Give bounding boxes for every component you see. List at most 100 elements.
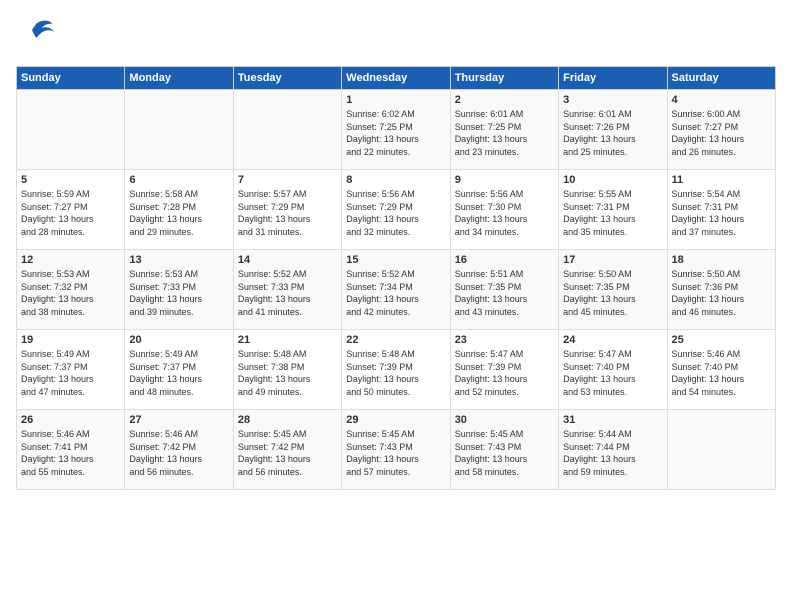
calendar-cell: 12 Sunrise: 5:53 AM Sunset: 7:32 PM Dayli… bbox=[17, 250, 125, 330]
cell-content: Sunrise: 5:49 AM Sunset: 7:37 PM Dayligh… bbox=[21, 348, 120, 398]
cell-content: Sunrise: 6:00 AM Sunset: 7:27 PM Dayligh… bbox=[672, 108, 771, 158]
calendar-week-row: 1Sunrise: 6:02 AM Sunset: 7:25 PM Daylig… bbox=[17, 90, 776, 170]
calendar-cell: 25Sunrise: 5:46 AM Sunset: 7:40 PM Dayli… bbox=[667, 330, 775, 410]
cell-content: Sunrise: 5:46 AM Sunset: 7:41 PM Dayligh… bbox=[21, 428, 120, 478]
cell-content: Sunrise: 5:49 AM Sunset: 7:37 PM Dayligh… bbox=[129, 348, 228, 398]
calendar-cell: 30 Sunrise: 5:45 AM Sunset: 7:43 PM Dayli… bbox=[450, 410, 558, 490]
day-number: 27 bbox=[129, 414, 228, 426]
cell-content: Sunrise: 5:51 AM Sunset: 7:35 PM Dayligh… bbox=[455, 268, 554, 318]
calendar-cell: 31Sunrise: 5:44 AM Sunset: 7:44 PM Dayli… bbox=[559, 410, 667, 490]
weekday-header: Tuesday bbox=[233, 67, 341, 90]
day-number: 6 bbox=[129, 174, 228, 186]
cell-content: Sunrise: 5:46 AM Sunset: 7:42 PM Dayligh… bbox=[129, 428, 228, 478]
logo bbox=[16, 16, 60, 56]
calendar-cell: 20 Sunrise: 5:49 AM Sunset: 7:37 PM Dayli… bbox=[125, 330, 233, 410]
cell-content: Sunrise: 5:54 AM Sunset: 7:31 PM Dayligh… bbox=[672, 188, 771, 238]
calendar-cell: 26Sunrise: 5:46 AM Sunset: 7:41 PM Dayli… bbox=[17, 410, 125, 490]
calendar-cell: 18Sunrise: 5:50 AM Sunset: 7:36 PM Dayli… bbox=[667, 250, 775, 330]
calendar-cell: 29Sunrise: 5:45 AM Sunset: 7:43 PM Dayli… bbox=[342, 410, 450, 490]
cell-content: Sunrise: 5:57 AM Sunset: 7:29 PM Dayligh… bbox=[238, 188, 337, 238]
calendar-cell: 19 Sunrise: 5:49 AM Sunset: 7:37 PM Dayli… bbox=[17, 330, 125, 410]
cell-content: Sunrise: 5:47 AM Sunset: 7:39 PM Dayligh… bbox=[455, 348, 554, 398]
day-number: 1 bbox=[346, 94, 445, 106]
day-number: 4 bbox=[672, 94, 771, 106]
calendar-cell: 2Sunrise: 6:01 AM Sunset: 7:25 PM Daylig… bbox=[450, 90, 558, 170]
calendar-cell: 24Sunrise: 5:47 AM Sunset: 7:40 PM Dayli… bbox=[559, 330, 667, 410]
cell-content: Sunrise: 5:50 AM Sunset: 7:35 PM Dayligh… bbox=[563, 268, 662, 318]
calendar-cell: 28Sunrise: 5:45 AM Sunset: 7:42 PM Dayli… bbox=[233, 410, 341, 490]
calendar-cell: 17 Sunrise: 5:50 AM Sunset: 7:35 PM Dayli… bbox=[559, 250, 667, 330]
cell-content: Sunrise: 5:45 AM Sunset: 7:43 PM Dayligh… bbox=[455, 428, 554, 478]
cell-content: Sunrise: 5:53 AM Sunset: 7:32 PM Dayligh… bbox=[21, 268, 120, 318]
day-number: 13 bbox=[129, 254, 228, 266]
calendar-body: 1Sunrise: 6:02 AM Sunset: 7:25 PM Daylig… bbox=[17, 90, 776, 490]
logo-icon bbox=[16, 16, 56, 56]
day-number: 23 bbox=[455, 334, 554, 346]
page-header bbox=[16, 16, 776, 56]
calendar-table: SundayMondayTuesdayWednesdayThursdayFrid… bbox=[16, 66, 776, 490]
day-number: 10 bbox=[563, 174, 662, 186]
calendar-cell: 22 Sunrise: 5:48 AM Sunset: 7:39 PM Dayli… bbox=[342, 330, 450, 410]
day-number: 30 bbox=[455, 414, 554, 426]
calendar-cell: 8 Sunrise: 5:56 AM Sunset: 7:29 PM Daylig… bbox=[342, 170, 450, 250]
cell-content: Sunrise: 5:58 AM Sunset: 7:28 PM Dayligh… bbox=[129, 188, 228, 238]
day-number: 3 bbox=[563, 94, 662, 106]
cell-content: Sunrise: 5:59 AM Sunset: 7:27 PM Dayligh… bbox=[21, 188, 120, 238]
cell-content: Sunrise: 5:48 AM Sunset: 7:38 PM Dayligh… bbox=[238, 348, 337, 398]
cell-content: Sunrise: 5:53 AM Sunset: 7:33 PM Dayligh… bbox=[129, 268, 228, 318]
calendar-cell: 11Sunrise: 5:54 AM Sunset: 7:31 PM Dayli… bbox=[667, 170, 775, 250]
calendar-cell: 14 Sunrise: 5:52 AM Sunset: 7:33 PM Dayli… bbox=[233, 250, 341, 330]
calendar-cell bbox=[125, 90, 233, 170]
weekday-header: Sunday bbox=[17, 67, 125, 90]
weekday-row: SundayMondayTuesdayWednesdayThursdayFrid… bbox=[17, 67, 776, 90]
weekday-header: Thursday bbox=[450, 67, 558, 90]
weekday-header: Monday bbox=[125, 67, 233, 90]
calendar-cell: 6 Sunrise: 5:58 AM Sunset: 7:28 PM Daylig… bbox=[125, 170, 233, 250]
calendar-week-row: 5 Sunrise: 5:59 AM Sunset: 7:27 PM Daylig… bbox=[17, 170, 776, 250]
day-number: 19 bbox=[21, 334, 120, 346]
calendar-cell: 21 Sunrise: 5:48 AM Sunset: 7:38 PM Dayli… bbox=[233, 330, 341, 410]
cell-content: Sunrise: 5:48 AM Sunset: 7:39 PM Dayligh… bbox=[346, 348, 445, 398]
calendar-cell: 3 Sunrise: 6:01 AM Sunset: 7:26 PM Daylig… bbox=[559, 90, 667, 170]
calendar-cell: 5 Sunrise: 5:59 AM Sunset: 7:27 PM Daylig… bbox=[17, 170, 125, 250]
cell-content: Sunrise: 5:52 AM Sunset: 7:33 PM Dayligh… bbox=[238, 268, 337, 318]
calendar-cell: 13 Sunrise: 5:53 AM Sunset: 7:33 PM Dayli… bbox=[125, 250, 233, 330]
calendar-cell bbox=[233, 90, 341, 170]
calendar-cell: 4 Sunrise: 6:00 AM Sunset: 7:27 PM Daylig… bbox=[667, 90, 775, 170]
day-number: 22 bbox=[346, 334, 445, 346]
day-number: 12 bbox=[21, 254, 120, 266]
day-number: 15 bbox=[346, 254, 445, 266]
calendar-cell: 16 Sunrise: 5:51 AM Sunset: 7:35 PM Dayli… bbox=[450, 250, 558, 330]
day-number: 31 bbox=[563, 414, 662, 426]
cell-content: Sunrise: 5:46 AM Sunset: 7:40 PM Dayligh… bbox=[672, 348, 771, 398]
calendar-cell: 9Sunrise: 5:56 AM Sunset: 7:30 PM Daylig… bbox=[450, 170, 558, 250]
calendar-cell: 15 Sunrise: 5:52 AM Sunset: 7:34 PM Dayli… bbox=[342, 250, 450, 330]
day-number: 21 bbox=[238, 334, 337, 346]
cell-content: Sunrise: 6:01 AM Sunset: 7:26 PM Dayligh… bbox=[563, 108, 662, 158]
calendar-cell: 1Sunrise: 6:02 AM Sunset: 7:25 PM Daylig… bbox=[342, 90, 450, 170]
calendar-header: SundayMondayTuesdayWednesdayThursdayFrid… bbox=[17, 67, 776, 90]
calendar-cell: 10 Sunrise: 5:55 AM Sunset: 7:31 PM Dayli… bbox=[559, 170, 667, 250]
day-number: 8 bbox=[346, 174, 445, 186]
day-number: 9 bbox=[455, 174, 554, 186]
calendar-week-row: 12 Sunrise: 5:53 AM Sunset: 7:32 PM Dayli… bbox=[17, 250, 776, 330]
cell-content: Sunrise: 5:52 AM Sunset: 7:34 PM Dayligh… bbox=[346, 268, 445, 318]
cell-content: Sunrise: 5:47 AM Sunset: 7:40 PM Dayligh… bbox=[563, 348, 662, 398]
day-number: 5 bbox=[21, 174, 120, 186]
day-number: 16 bbox=[455, 254, 554, 266]
weekday-header: Wednesday bbox=[342, 67, 450, 90]
weekday-header: Saturday bbox=[667, 67, 775, 90]
cell-content: Sunrise: 5:45 AM Sunset: 7:43 PM Dayligh… bbox=[346, 428, 445, 478]
cell-content: Sunrise: 6:01 AM Sunset: 7:25 PM Dayligh… bbox=[455, 108, 554, 158]
day-number: 20 bbox=[129, 334, 228, 346]
cell-content: Sunrise: 5:45 AM Sunset: 7:42 PM Dayligh… bbox=[238, 428, 337, 478]
calendar-cell: 23 Sunrise: 5:47 AM Sunset: 7:39 PM Dayli… bbox=[450, 330, 558, 410]
day-number: 17 bbox=[563, 254, 662, 266]
day-number: 14 bbox=[238, 254, 337, 266]
cell-content: Sunrise: 5:56 AM Sunset: 7:29 PM Dayligh… bbox=[346, 188, 445, 238]
day-number: 7 bbox=[238, 174, 337, 186]
calendar-week-row: 19 Sunrise: 5:49 AM Sunset: 7:37 PM Dayli… bbox=[17, 330, 776, 410]
day-number: 18 bbox=[672, 254, 771, 266]
weekday-header: Friday bbox=[559, 67, 667, 90]
cell-content: Sunrise: 5:55 AM Sunset: 7:31 PM Dayligh… bbox=[563, 188, 662, 238]
